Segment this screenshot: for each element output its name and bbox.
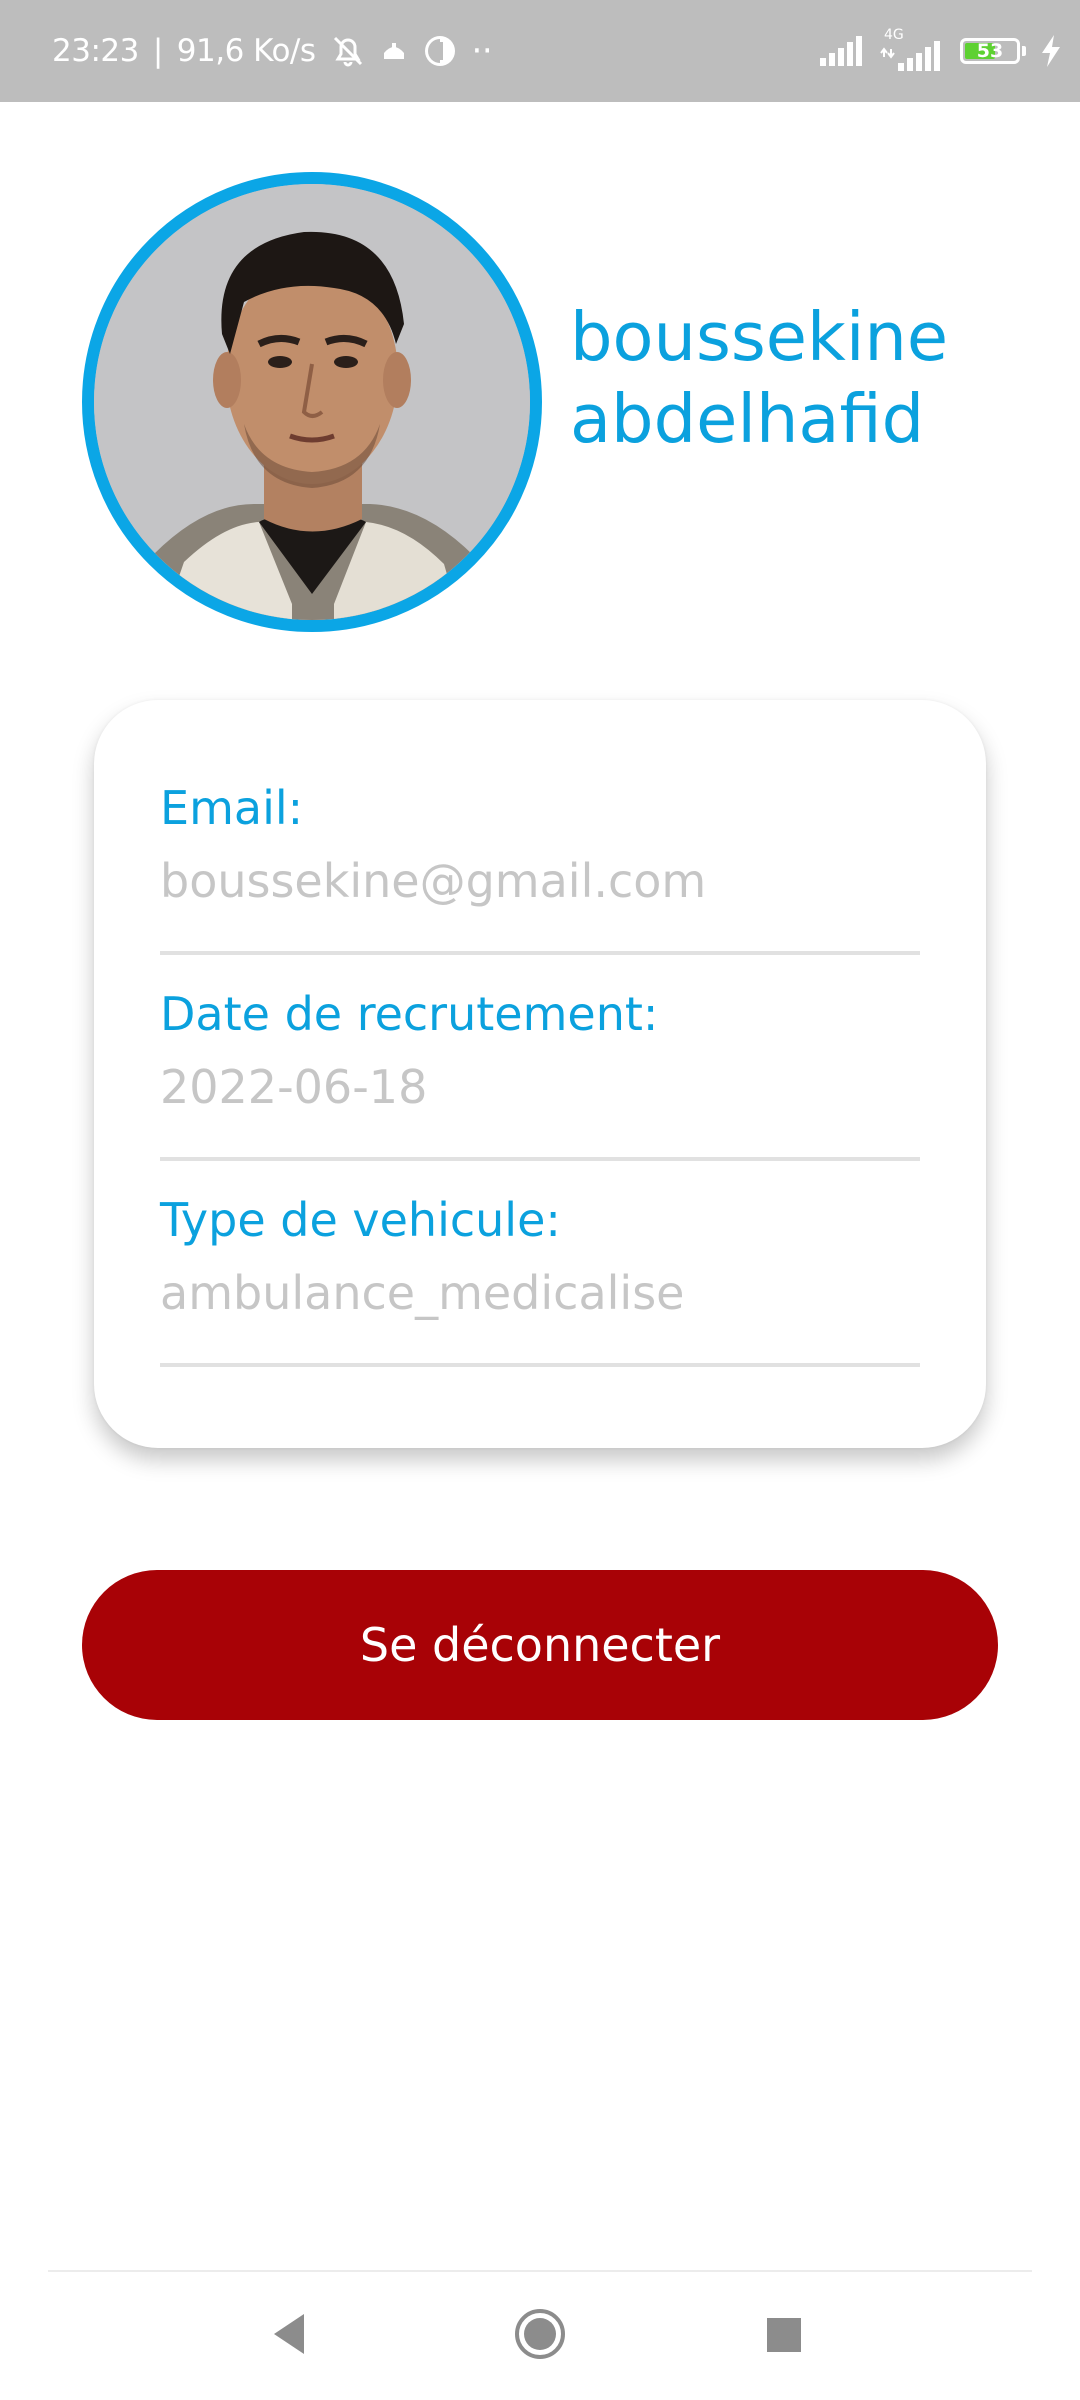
vehicle-type-value: ambulance_medicalise (160, 1266, 685, 1320)
status-more-dots: ·· (471, 31, 493, 71)
status-bar: 23:23 | 91,6 Ko/s ·· 4G 53 (0, 0, 1080, 102)
user-name: boussekine abdelhafid (570, 296, 948, 460)
email-label: Email: (160, 781, 304, 835)
status-left: 23:23 | 91,6 Ko/s ·· (52, 0, 493, 102)
battery-tip (1022, 46, 1026, 56)
email-value: boussekine@gmail.com (160, 854, 707, 908)
app-notification-icon (383, 43, 404, 59)
profile-photo (94, 184, 530, 620)
signal-4g-group: 4G (880, 27, 946, 71)
home-icon[interactable] (513, 2307, 567, 2361)
email-field: Email: boussekine@gmail.com (160, 780, 920, 955)
vehicle-type-label: Type de vehicule: (160, 1193, 561, 1247)
data-saver-icon (424, 36, 455, 66)
bell-off-icon (333, 36, 362, 67)
avatar (82, 172, 542, 632)
vehicle-type-divider (160, 1363, 920, 1367)
status-time: 23:23 (52, 33, 139, 69)
battery-level: 53 (976, 40, 1004, 62)
user-name-line1: boussekine (570, 298, 949, 376)
vehicle-type-field: Type de vehicule: ambulance_medicalise (160, 1192, 920, 1367)
status-net-speed: 91,6 Ko/s (176, 33, 316, 69)
battery-icon: 53 (960, 38, 1020, 64)
user-name-line2: abdelhafid (570, 380, 925, 458)
email-divider (160, 951, 920, 955)
signal-4g-icon (880, 41, 940, 71)
logout-button[interactable]: Se déconnecter (82, 1570, 998, 1720)
signal-icon (820, 36, 862, 66)
status-right: 4G 53 (820, 0, 1062, 102)
recruitment-date-label: Date de recrutement: (160, 987, 659, 1041)
recents-icon[interactable] (767, 2318, 801, 2352)
charging-icon (1042, 35, 1060, 67)
recruitment-date-divider (160, 1157, 920, 1161)
nav-divider (48, 2270, 1032, 2272)
status-separator: | (152, 33, 163, 69)
recruitment-date-value: 2022-06-18 (160, 1060, 428, 1114)
info-card: Email: boussekine@gmail.com Date de recr… (94, 700, 986, 1448)
logout-label: Se déconnecter (359, 1618, 721, 1672)
back-icon[interactable] (268, 2310, 308, 2358)
recruitment-date-field: Date de recrutement: 2022-06-18 (160, 986, 920, 1161)
